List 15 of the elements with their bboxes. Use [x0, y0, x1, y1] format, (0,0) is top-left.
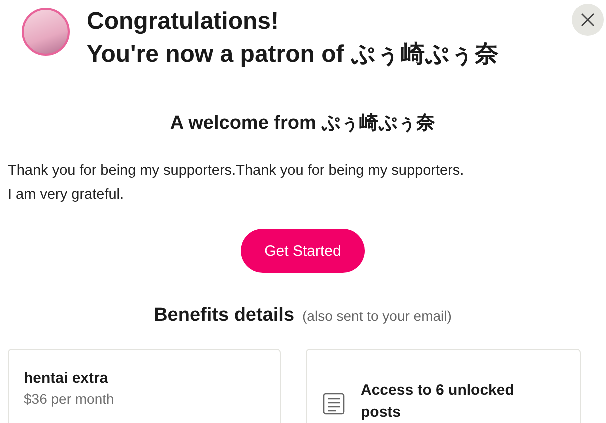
document-icon — [323, 393, 345, 415]
get-started-button[interactable]: Get Started — [240, 229, 366, 273]
tier-price: $36 per month — [24, 391, 116, 407]
close-button[interactable] — [572, 4, 604, 36]
benefits-note: (also sent to your email) — [302, 308, 452, 324]
tier-name: hentai extra — [24, 370, 110, 387]
perk-text: Access to 6 unlocked posts — [361, 381, 516, 423]
message-line: I am very grateful. — [8, 186, 126, 205]
message-line: Thank you for being my supporters.Thank you for being my supporters. — [8, 162, 466, 181]
benefits-heading: Benefits details — [154, 305, 295, 327]
close-icon — [581, 13, 595, 27]
avatar — [22, 8, 70, 56]
title-line: You're now a patron of ぷぅ崎ぷぅ奈 — [87, 40, 499, 70]
welcome-heading: A welcome from ぷぅ崎ぷぅ奈 — [169, 112, 437, 136]
title-line: Congratulations! — [87, 7, 280, 37]
